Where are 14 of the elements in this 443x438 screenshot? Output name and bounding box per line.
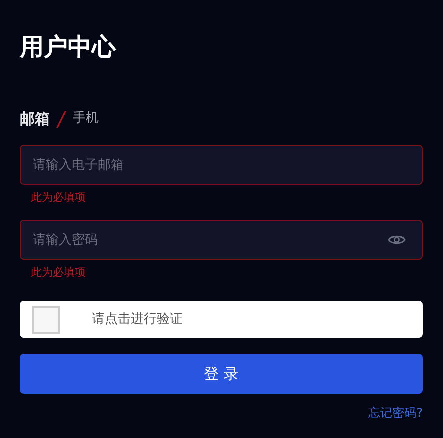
error-message: 此为必填项 [31, 191, 87, 205]
captcha-label: 请点击进行验证 [92, 310, 183, 329]
password-field[interactable]: 请输入密码 [20, 220, 423, 260]
login-button[interactable]: 登 录 [20, 354, 423, 394]
login-tab[interactable]: 邮箱 [20, 108, 50, 130]
forgot-password-link[interactable]: 忘记密码? [368, 404, 423, 422]
login-tab[interactable]: 手机 [72, 109, 99, 129]
captcha-checkbox[interactable] [32, 306, 60, 334]
tab-separator: / [58, 109, 65, 129]
captcha-widget[interactable]: 请点击进行验证 [20, 301, 423, 338]
eye-icon[interactable] [388, 233, 406, 247]
email-field[interactable]: 请输入电子邮箱 [20, 145, 423, 185]
page-title: 用户中心 [20, 32, 118, 63]
error-message: 此为必填项 [31, 266, 87, 280]
